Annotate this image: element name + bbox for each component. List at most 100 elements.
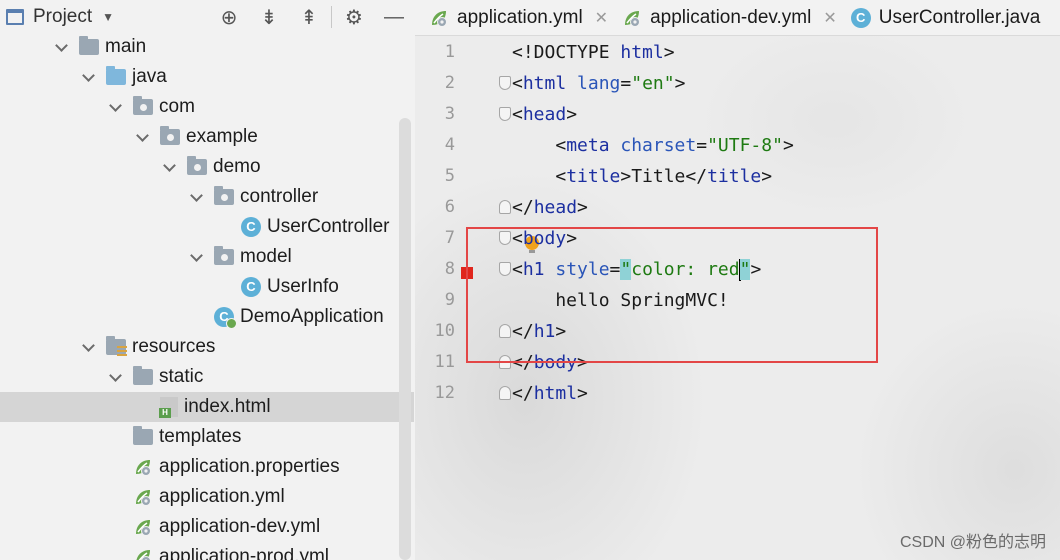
tree-item-label: application-dev.yml	[159, 516, 321, 537]
tree-item-application-dev-yml[interactable]: application-dev.yml	[0, 512, 414, 542]
source-folder-icon	[106, 66, 126, 85]
package-icon	[133, 96, 153, 115]
package-icon	[214, 246, 234, 265]
chevron-down-icon[interactable]	[109, 371, 121, 383]
line-number: 5	[444, 166, 455, 186]
tree-item-label: UserInfo	[267, 276, 339, 297]
tree-item-label: DemoApplication	[240, 306, 384, 327]
chevron-down-icon[interactable]	[82, 341, 94, 353]
tree-item-resources[interactable]: resources	[0, 332, 414, 362]
folder-icon	[133, 366, 153, 385]
code-line[interactable]: <title>Title</title>	[512, 161, 772, 192]
spring-config-icon	[133, 547, 153, 560]
class-icon: C	[241, 217, 261, 237]
chevron-down-icon[interactable]	[109, 101, 121, 113]
tree-item-application-properties[interactable]: application.properties	[0, 452, 414, 482]
chevron-down-icon[interactable]	[82, 71, 94, 83]
spring-config-icon	[133, 487, 153, 507]
fold-marker-icon[interactable]	[499, 200, 511, 214]
tree-item-label: UserController	[267, 216, 390, 237]
tab-application-dev-yml[interactable]: application-dev.yml ✕	[608, 0, 837, 36]
resources-folder-icon	[106, 336, 127, 357]
tree-item-label: application.properties	[159, 456, 340, 477]
tree-item-label: templates	[159, 426, 242, 447]
close-icon[interactable]: ✕	[595, 8, 608, 28]
tree-item-example[interactable]: example	[0, 122, 414, 152]
toolbar-divider	[331, 6, 332, 28]
watermark: CSDN @粉色的志明	[899, 534, 1046, 551]
tree-item-templates[interactable]: templates	[0, 422, 414, 452]
line-number: 1	[444, 42, 455, 62]
chevron-down-icon[interactable]	[163, 161, 175, 173]
package-icon	[160, 126, 180, 145]
tree-item-demo[interactable]: demo	[0, 152, 414, 182]
project-panel-title: Project	[33, 6, 93, 27]
line-number: 6	[444, 197, 455, 217]
gear-icon[interactable]: ⚙	[334, 0, 374, 34]
project-scrollbar[interactable]	[399, 118, 411, 560]
code-line[interactable]: <meta charset="UTF-8">	[512, 130, 793, 161]
spring-config-icon	[622, 8, 642, 28]
chevron-down-icon[interactable]	[190, 191, 202, 203]
tab-application-yml[interactable]: application.yml ✕	[415, 0, 608, 36]
locate-file-icon[interactable]: ⊕	[209, 0, 249, 34]
tree-item-application-yml[interactable]: application.yml	[0, 482, 414, 512]
chevron-down-icon[interactable]	[190, 251, 202, 263]
tree-item-label: index.html	[184, 396, 271, 417]
line-number: 8	[444, 259, 455, 279]
folder-icon	[133, 426, 153, 445]
tree-item-application-prod-yml[interactable]: application-prod.yml	[0, 542, 414, 560]
tree-item-label: com	[159, 96, 195, 117]
fold-marker-icon[interactable]	[499, 386, 511, 400]
code-line[interactable]: <head>	[512, 99, 577, 130]
chevron-down-icon: ▼	[102, 10, 115, 24]
tree-item-model[interactable]: model	[0, 242, 414, 272]
tree-item-static[interactable]: static	[0, 362, 414, 392]
class-icon: C	[850, 7, 871, 28]
line-number: 3	[444, 104, 455, 124]
collapse-all-icon[interactable]: ⇞	[289, 0, 329, 34]
tree-item-com[interactable]: com	[0, 92, 414, 122]
tree-item-usercontroller[interactable]: C UserController	[0, 212, 414, 242]
expand-all-icon[interactable]: ⇟	[249, 0, 289, 34]
code-line[interactable]: <!DOCTYPE html>	[512, 37, 675, 68]
chevron-down-icon[interactable]	[136, 131, 148, 143]
project-window-icon	[6, 9, 24, 25]
ide-window: Project ▼ ⊕ ⇟ ⇞ ⚙ — main java com example de…	[0, 0, 1060, 560]
line-number: 10	[434, 321, 455, 341]
code-line[interactable]: <html lang="en">	[512, 68, 685, 99]
code-line[interactable]: </html>	[512, 378, 588, 409]
project-panel: Project ▼ ⊕ ⇟ ⇞ ⚙ — main java com example de…	[0, 0, 414, 560]
tree-item-label: controller	[240, 186, 319, 207]
tree-item-label: resources	[132, 336, 216, 357]
tree-item-label: example	[186, 126, 258, 147]
fold-marker-icon[interactable]	[499, 107, 511, 121]
tree-item-userinfo[interactable]: C UserInfo	[0, 272, 414, 302]
tree-item-label: java	[132, 66, 167, 87]
close-icon[interactable]: ✕	[823, 8, 836, 28]
tree-item-demoapplication[interactable]: C DemoApplication	[0, 302, 414, 332]
code-line[interactable]: </head>	[512, 192, 588, 223]
tree-item-controller[interactable]: controller	[0, 182, 414, 212]
line-number: 12	[434, 383, 455, 403]
hide-panel-icon[interactable]: —	[374, 0, 414, 34]
spring-boot-class-icon: C	[214, 307, 237, 329]
tree-item-java[interactable]: java	[0, 62, 414, 92]
spring-config-icon	[133, 517, 153, 537]
chevron-down-icon[interactable]	[55, 41, 67, 53]
tree-item-label: demo	[213, 156, 261, 177]
tree-item-label: application.yml	[159, 486, 285, 507]
project-panel-header: Project ▼ ⊕ ⇟ ⇞ ⚙ —	[0, 0, 414, 34]
tree-item-main[interactable]: main	[0, 32, 414, 62]
project-view-selector[interactable]: Project ▼	[6, 6, 114, 28]
tree-item-label: application-prod.yml	[159, 546, 330, 560]
tree-item-label: static	[159, 366, 204, 387]
spring-config-icon	[429, 8, 449, 28]
line-number: 9	[444, 290, 455, 310]
tab-label: application.yml	[457, 6, 583, 28]
tree-item-index-html[interactable]: index.html	[0, 392, 414, 422]
tab-label: application-dev.yml	[650, 6, 812, 28]
fold-marker-icon[interactable]	[499, 76, 511, 90]
line-number: 7	[444, 228, 455, 248]
tab-usercontroller-java[interactable]: C UserController.java	[837, 0, 1040, 36]
